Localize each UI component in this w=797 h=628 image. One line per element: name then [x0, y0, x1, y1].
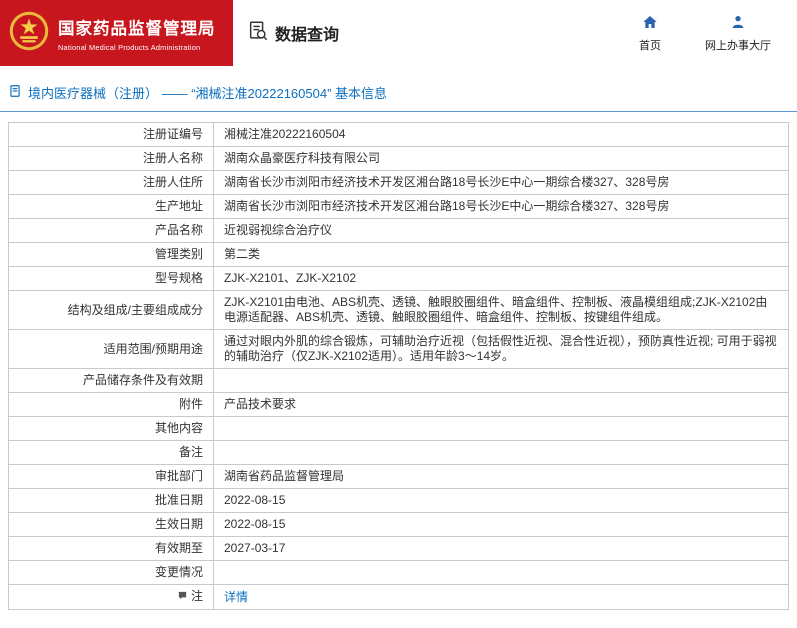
row-label: 生产地址: [8, 194, 214, 219]
national-emblem-icon: [8, 10, 50, 57]
document-icon: [8, 84, 22, 101]
row-value: 产品技术要求: [213, 392, 789, 417]
data-query-label: 数据查询: [275, 27, 340, 44]
row-value: 第二类: [213, 242, 789, 267]
row-label: 备注: [8, 440, 214, 465]
table-row: 生产地址 湖南省长沙市浏阳市经济技术开发区湘台路18号长沙E中心一期综合楼327…: [8, 194, 789, 219]
row-label: 附件: [8, 392, 214, 417]
table-row: 备注: [8, 440, 789, 465]
row-label: 注册人住所: [8, 170, 214, 195]
table-row: 适用范围/预期用途 通过对眼内外肌的综合锻炼，可辅助治疗近视（包括假性近视、混合…: [8, 329, 789, 369]
table-row: 其他内容: [8, 416, 789, 441]
row-value: 湘械注准20222160504: [213, 122, 789, 147]
row-value: 湖南省长沙市浏阳市经济技术开发区湘台路18号长沙E中心一期综合楼327、328号…: [213, 194, 789, 219]
table-row: 批准日期 2022-08-15: [8, 488, 789, 513]
agency-logo-block: 国家药品监督管理局 National Medical Products Admi…: [0, 0, 233, 66]
home-icon: [642, 14, 658, 33]
nav-online-hall-label: 网上办事大厅: [705, 39, 771, 52]
row-value: [213, 368, 789, 393]
table-row: 产品名称 近视弱视综合治疗仪: [8, 218, 789, 243]
registration-info-table: 注册证编号 湘械注准20222160504 注册人名称 湖南众晶豪医疗科技有限公…: [8, 122, 789, 610]
row-label: 型号规格: [8, 266, 214, 291]
table-row: 审批部门 湖南省药品监督管理局: [8, 464, 789, 489]
table-row: 有效期至 2027-03-17: [8, 536, 789, 561]
row-label: 有效期至: [8, 536, 214, 561]
row-value: 湖南省长沙市浏阳市经济技术开发区湘台路18号长沙E中心一期综合楼327、328号…: [213, 170, 789, 195]
row-label: 批准日期: [8, 488, 214, 513]
row-label: 审批部门: [8, 464, 214, 489]
row-label: 其他内容: [8, 416, 214, 441]
data-query-heading: 数据查询: [247, 20, 339, 47]
breadcrumb-bar: 境内医疗器械（注册） —— “湘械注准20222160504” 基本信息: [0, 83, 797, 112]
document-search-icon: [247, 20, 269, 47]
header-nav: 首页 网上办事大厅: [639, 14, 797, 53]
row-label-note: 注: [8, 584, 214, 610]
row-value-note: 详情: [213, 584, 789, 610]
row-value: 通过对眼内外肌的综合锻炼，可辅助治疗近视（包括假性近视、混合性近视），预防真性近…: [213, 329, 789, 369]
person-icon: [730, 14, 746, 33]
row-label: 结构及组成/主要组成成分: [8, 290, 214, 330]
row-label: 适用范围/预期用途: [8, 329, 214, 369]
row-value: [213, 440, 789, 465]
agency-title: 国家药品监督管理局 National Medical Products Admi…: [58, 15, 216, 52]
row-label: 管理类别: [8, 242, 214, 267]
table-row: 注册人住所 湖南省长沙市浏阳市经济技术开发区湘台路18号长沙E中心一期综合楼32…: [8, 170, 789, 195]
table-row: 注册证编号 湘械注准20222160504: [8, 122, 789, 147]
row-label: 注册人名称: [8, 146, 214, 171]
row-value: 2022-08-15: [213, 488, 789, 513]
row-label: 产品名称: [8, 218, 214, 243]
table-row: 附件 产品技术要求: [8, 392, 789, 417]
row-value: [213, 416, 789, 441]
table-row: 型号规格 ZJK-X2101、ZJK-X2102: [8, 266, 789, 291]
table-row: 产品储存条件及有效期: [8, 368, 789, 393]
page-title: 境内医疗器械（注册） —— “湘械注准20222160504” 基本信息: [28, 86, 388, 101]
detail-link[interactable]: 详情: [224, 590, 248, 604]
row-label: 注册证编号: [8, 122, 214, 147]
nav-home-label: 首页: [639, 39, 661, 52]
row-value: 近视弱视综合治疗仪: [213, 218, 789, 243]
row-label: 产品储存条件及有效期: [8, 368, 214, 393]
row-value: 2022-08-15: [213, 512, 789, 537]
nav-home[interactable]: 首页: [639, 14, 661, 53]
note-icon: [177, 590, 188, 605]
row-value: 湖南众晶豪医疗科技有限公司: [213, 146, 789, 171]
agency-name-en: National Medical Products Administration: [58, 42, 201, 52]
table-row: 注 详情: [8, 584, 789, 610]
row-value: 2027-03-17: [213, 536, 789, 561]
row-value: 湖南省药品监督管理局: [213, 464, 789, 489]
table-row: 结构及组成/主要组成成分 ZJK-X2101由电池、ABS机壳、透镜、触眼胶圈组…: [8, 290, 789, 330]
nav-online-hall[interactable]: 网上办事大厅: [705, 14, 771, 53]
table-row: 生效日期 2022-08-15: [8, 512, 789, 537]
table-row: 注册人名称 湖南众晶豪医疗科技有限公司: [8, 146, 789, 171]
row-value: ZJK-X2101由电池、ABS机壳、透镜、触眼胶圈组件、暗盒组件、控制板、液晶…: [213, 290, 789, 330]
agency-name-cn: 国家药品监督管理局: [58, 19, 216, 38]
table-row: 管理类别 第二类: [8, 242, 789, 267]
page-header: 国家药品监督管理局 National Medical Products Admi…: [0, 0, 797, 66]
breadcrumb: 境内医疗器械（注册） —— “湘械注准20222160504” 基本信息: [8, 83, 789, 102]
row-label: 生效日期: [8, 512, 214, 537]
row-value: ZJK-X2101、ZJK-X2102: [213, 266, 789, 291]
